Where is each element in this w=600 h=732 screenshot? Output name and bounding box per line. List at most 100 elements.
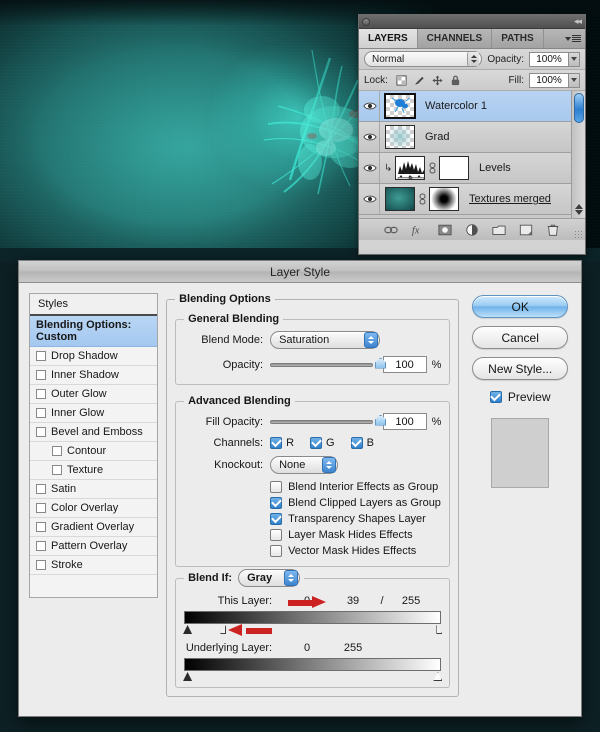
styles-list[interactable]: Styles Blending Options: Custom Drop Sha… — [29, 293, 158, 598]
preview-checkbox[interactable] — [490, 391, 502, 403]
delete-layer-icon[interactable] — [546, 223, 560, 237]
new-style-button[interactable]: New Style... — [472, 357, 568, 380]
style-item-texture[interactable]: Texture — [30, 461, 157, 480]
style-item-contour[interactable]: Contour — [30, 442, 157, 461]
style-checkbox[interactable] — [36, 408, 46, 418]
layer-visibility-toggle[interactable] — [360, 91, 380, 121]
styles-panel[interactable]: Styles Blending Options: Custom Drop Sha… — [29, 293, 158, 709]
tab-channels[interactable]: CHANNELS — [418, 29, 493, 48]
underlying-layer-slider-wrap[interactable] — [184, 658, 441, 683]
layers-blend-row[interactable]: Normal Opacity: 100% — [359, 49, 585, 70]
table-row[interactable]: Watercolor 1 — [359, 91, 585, 122]
style-item-inner-shadow[interactable]: Inner Shadow — [30, 366, 157, 385]
blend-if-channel-select[interactable]: Gray — [238, 569, 300, 587]
knockout-select[interactable]: None — [270, 456, 338, 474]
style-checkbox[interactable] — [52, 465, 62, 475]
add-layer-mask-icon[interactable] — [438, 223, 452, 237]
layer-visibility-toggle[interactable] — [360, 153, 380, 183]
layers-panel-tabs[interactable]: LAYERS CHANNELS PATHS — [359, 29, 585, 49]
vector-mask-hides-effects-checkbox[interactable] — [270, 545, 282, 557]
this-layer-white-value[interactable]: 39 — [330, 595, 376, 607]
style-checkbox[interactable] — [36, 427, 46, 437]
this-layer-white-max-value[interactable]: 255 — [388, 595, 434, 607]
channel-b-checkbox[interactable] — [351, 437, 363, 449]
layer-mask-thumbnail[interactable] — [429, 187, 459, 211]
transparency-shapes-layer-checkbox[interactable] — [270, 513, 282, 525]
style-checkbox[interactable] — [36, 522, 46, 532]
fill-opacity-input[interactable]: 100 — [383, 413, 427, 430]
style-item-bevel-and-emboss[interactable]: Bevel and Emboss — [30, 423, 157, 442]
style-item-gradient-overlay[interactable]: Gradient Overlay — [30, 518, 157, 537]
style-item-inner-glow[interactable]: Inner Glow — [30, 404, 157, 423]
mask-link-icon[interactable] — [428, 162, 436, 174]
style-item-satin[interactable]: Satin — [30, 480, 157, 499]
opacity-dropdown-icon[interactable] — [569, 52, 580, 67]
option-blend-clipped-layers[interactable]: Blend Clipped Layers as Group — [270, 497, 441, 509]
layer-thumbnail[interactable] — [385, 187, 415, 211]
opacity-field-wrap[interactable]: 100% — [529, 52, 580, 67]
layer-visibility-toggle[interactable] — [360, 184, 380, 214]
style-checkbox[interactable] — [52, 446, 62, 456]
tab-layers[interactable]: LAYERS — [359, 29, 418, 48]
preview-toggle[interactable]: Preview — [490, 390, 551, 404]
chevron-updown-icon[interactable] — [284, 570, 298, 586]
underlying-layer-black-value[interactable]: 0 — [284, 642, 330, 654]
underlying-layer-gradient-bar[interactable] — [184, 658, 441, 671]
new-group-icon[interactable] — [492, 223, 506, 237]
style-checkbox[interactable] — [36, 484, 46, 494]
collapse-icon[interactable]: ◂◂ — [574, 16, 581, 27]
style-item-pattern-overlay[interactable]: Pattern Overlay — [30, 537, 157, 556]
style-checkbox[interactable] — [36, 560, 46, 570]
add-layer-style-icon[interactable]: fx — [411, 223, 425, 237]
style-item-color-overlay[interactable]: Color Overlay — [30, 499, 157, 518]
table-row[interactable]: Grad — [359, 122, 585, 153]
mask-link-icon[interactable] — [418, 193, 426, 205]
scrollbar-arrows[interactable] — [574, 203, 584, 216]
underlying-layer-white-value[interactable]: 255 — [330, 642, 376, 654]
layer-blend-mode-select[interactable]: Normal — [364, 51, 482, 67]
lock-image-icon[interactable] — [414, 75, 425, 86]
panel-resize-grip[interactable] — [574, 230, 582, 238]
style-checkbox[interactable] — [36, 541, 46, 551]
scroll-up-icon[interactable] — [575, 204, 583, 209]
style-checkbox[interactable] — [36, 351, 46, 361]
advanced-blending-options-list[interactable]: Blend Interior Effects as Group Blend Cl… — [270, 481, 441, 557]
panel-menu-icon[interactable] — [565, 33, 581, 44]
layer-name[interactable]: Levels — [479, 162, 511, 174]
layers-scrollbar[interactable] — [571, 91, 585, 218]
layer-thumbnail[interactable] — [395, 156, 425, 180]
layer-thumbnail[interactable] — [385, 94, 415, 118]
layers-panel-titlebar[interactable]: ◂◂ — [359, 15, 585, 29]
option-layer-mask-hides-effects[interactable]: Layer Mask Hides Effects — [270, 529, 441, 541]
ok-button[interactable]: OK — [472, 295, 568, 318]
lock-transparency-icon[interactable] — [396, 75, 407, 86]
lock-position-icon[interactable] — [432, 75, 443, 86]
channel-r-checkbox[interactable] — [270, 437, 282, 449]
channel-g-checkbox[interactable] — [310, 437, 322, 449]
underlying-layer-white-stop[interactable] — [433, 672, 442, 681]
opacity-slider[interactable] — [270, 363, 373, 367]
scrollbar-thumb[interactable] — [574, 93, 584, 123]
blending-options-panel[interactable]: Blending Options General Blending Blend … — [166, 293, 459, 709]
tab-paths[interactable]: PATHS — [492, 29, 543, 48]
channel-b[interactable]: B — [351, 437, 374, 449]
option-blend-interior-effects[interactable]: Blend Interior Effects as Group — [270, 481, 441, 493]
scroll-down-icon[interactable] — [575, 210, 583, 215]
panel-close-dot-icon[interactable] — [362, 18, 370, 26]
blend-clipped-layers-checkbox[interactable] — [270, 497, 282, 509]
option-vector-mask-hides-effects[interactable]: Vector Mask Hides Effects — [270, 545, 441, 557]
layers-lock-row[interactable]: Lock: Fill: 100% — [359, 70, 585, 91]
style-checkbox[interactable] — [36, 503, 46, 513]
fill-input[interactable]: 100% — [529, 73, 569, 88]
fill-dropdown-icon[interactable] — [569, 73, 580, 88]
this-layer-white-stop-left-half[interactable] — [220, 625, 226, 634]
style-item-stroke[interactable]: Stroke — [30, 556, 157, 575]
layer-name[interactable]: Textures merged — [469, 193, 551, 205]
layer-mask-thumbnail[interactable] — [439, 156, 469, 180]
channel-g[interactable]: G — [310, 437, 335, 449]
cancel-button[interactable]: Cancel — [472, 326, 568, 349]
opacity-input[interactable]: 100 — [383, 356, 427, 373]
this-layer-black-stop[interactable] — [183, 625, 192, 634]
chevron-updown-icon[interactable] — [364, 332, 378, 348]
blend-mode-select[interactable]: Saturation — [270, 331, 380, 349]
